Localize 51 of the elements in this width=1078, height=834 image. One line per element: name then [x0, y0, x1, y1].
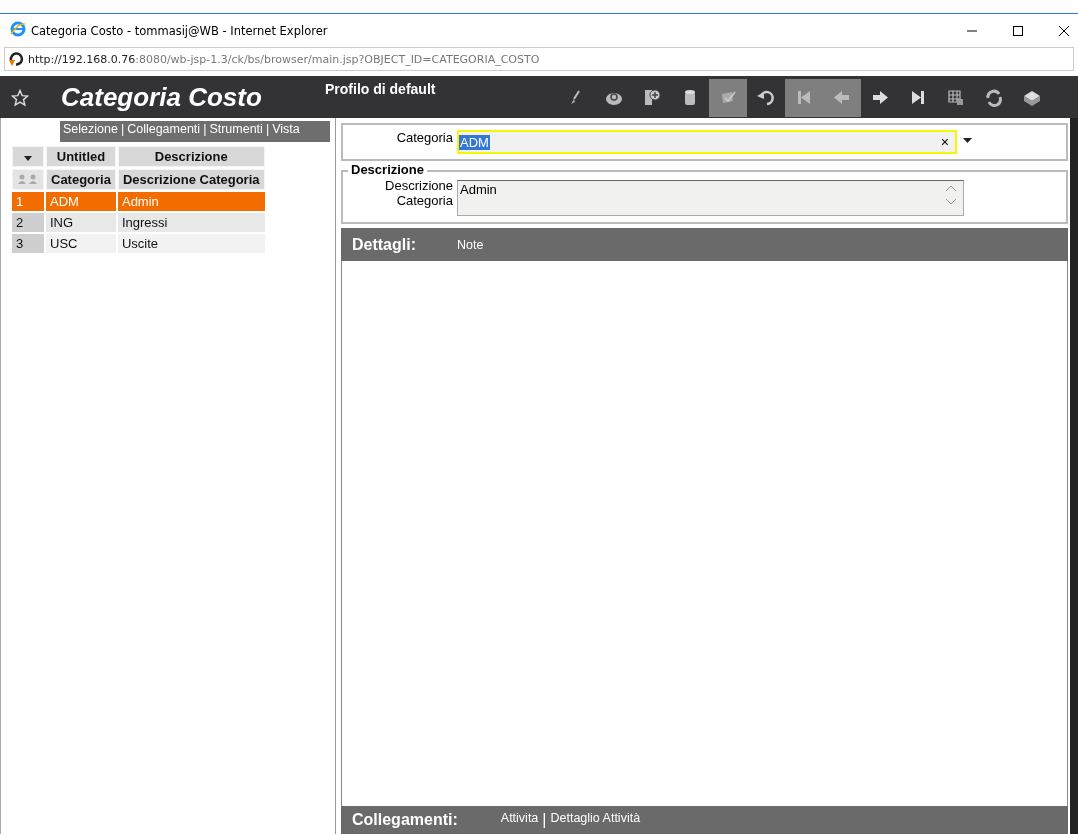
profile-label: Profilo di default: [325, 81, 437, 97]
section-title: Descrizione: [348, 162, 427, 177]
table-cell: USC: [46, 234, 116, 253]
menu-link[interactable]: Strumenti: [209, 122, 263, 136]
separator: |: [542, 811, 547, 829]
column-group-header[interactable]: Untitled: [46, 146, 116, 167]
row-number: 1: [12, 192, 44, 211]
separator: |: [203, 122, 207, 136]
field-label: Descrizione Categoria: [384, 178, 454, 208]
table-cell: Uscite: [117, 234, 265, 253]
maximize-icon[interactable]: [1012, 24, 1024, 37]
people-icon: [17, 174, 39, 184]
page-title: Categoria Costo: [61, 82, 263, 113]
header-cell[interactable]: [12, 146, 44, 167]
refresh-icon[interactable]: [983, 87, 1005, 109]
tab[interactable]: Note: [457, 237, 484, 252]
star-icon[interactable]: [11, 89, 29, 107]
column-header[interactable]: Descrizione Categoria: [117, 169, 265, 190]
menu-link[interactable]: Selezione: [63, 122, 118, 136]
table-cell: Admin: [117, 192, 265, 211]
category-field[interactable]: ADM ×: [457, 130, 957, 154]
scroll-up-icon[interactable]: [945, 184, 957, 192]
page-loading-icon: [8, 51, 24, 67]
table-cell: ADM: [46, 192, 116, 211]
link[interactable]: Dettaglio Attività: [550, 811, 641, 829]
table-cell: Ingressi: [117, 213, 265, 232]
bar-title: Dettagli:: [351, 235, 417, 254]
menu-link[interactable]: Vista: [272, 122, 300, 136]
address-bar[interactable]: http://192.168.0.76:8080/wb-jsp-1.3/ck/bs/browser/main.jsp?OBJECT_ID=CATEGORIA_COSTO: [4, 47, 1074, 71]
url-text: http://192.168.0.76:8080/wb-jsp-1.3/ck/bs/browser/main.jsp?OBJECT_ID=CATEGORIA_COSTO: [28, 52, 540, 66]
clear-icon[interactable]: ×: [940, 134, 955, 150]
separator: |: [120, 122, 125, 136]
table-cell: ING: [46, 213, 116, 232]
column-header[interactable]: Categoria: [46, 169, 116, 190]
row-number: 2: [12, 213, 44, 232]
dropdown-icon[interactable]: [24, 156, 32, 161]
close-icon[interactable]: [1058, 24, 1070, 37]
scroll-down-icon[interactable]: [945, 198, 957, 206]
row-number: 3: [12, 234, 44, 253]
description-field[interactable]: Admin: [457, 180, 964, 216]
column-group-header[interactable]: Descrizione: [117, 146, 265, 167]
bar-title: Collegamenti:: [351, 811, 458, 829]
dropdown-icon[interactable]: [963, 138, 972, 143]
table-row[interactable]: 2 ING Ingressi: [12, 213, 265, 232]
table-row[interactable]: 3 USC Uscite: [12, 234, 265, 253]
window-title: Categoria Costo - tommasij@WB - Internet Explorer: [31, 23, 329, 38]
link[interactable]: Attivita: [500, 811, 539, 829]
separator: |: [265, 122, 270, 136]
browser-logo-icon: [10, 21, 26, 37]
field-label: Categoria: [395, 130, 454, 145]
menu-link[interactable]: Collegamenti: [127, 122, 201, 136]
